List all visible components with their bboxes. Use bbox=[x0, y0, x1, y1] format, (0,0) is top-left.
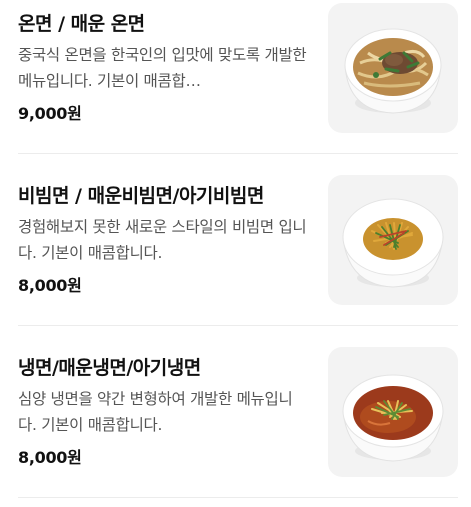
menu-divider bbox=[18, 497, 458, 498]
cold-noodle-bowl-icon bbox=[342, 374, 444, 462]
menu-item-photo[interactable] bbox=[328, 175, 458, 305]
menu-item-description: 중국식 온면을 한국인의 입맛에 맞도록 개발한 메뉴입니다. 기본이 매콤합… bbox=[18, 46, 307, 90]
menu-item-title: 비빔면 / 매운비빔면/아기비빔면 bbox=[18, 185, 264, 207]
menu-divider bbox=[18, 153, 458, 154]
menu-item-description: 경험해보지 못한 새로운 스타일의 비빔면 입니다. 기본이 매콤합니다. bbox=[18, 218, 307, 262]
warm-noodle-bowl-icon bbox=[344, 28, 442, 114]
menu-item-title: 냉면/매운냉면/아기냉면 bbox=[18, 357, 201, 379]
menu-item-price: 8,000원 bbox=[18, 448, 82, 467]
menu-divider bbox=[18, 325, 458, 326]
menu-item-price: 8,000원 bbox=[18, 276, 82, 295]
menu-item-photo[interactable] bbox=[328, 3, 458, 133]
menu-item-title: 온면 / 매운 온면 bbox=[18, 13, 145, 35]
bibim-noodle-bowl-icon bbox=[342, 198, 444, 288]
menu-item-bibimmyeon[interactable]: 비빔면 / 매운비빔면/아기비빔면 경험해보지 못한 새로운 스타일의 비빔면 … bbox=[0, 163, 471, 335]
menu-list: 온면 / 매운 온면 중국식 온면을 한국인의 입맛에 맞도록 개발한 메뉴입니… bbox=[0, 0, 471, 499]
menu-item-onmyeon[interactable]: 온면 / 매운 온면 중국식 온면을 한국인의 입맛에 맞도록 개발한 메뉴입니… bbox=[0, 0, 471, 163]
menu-item-description: 심양 냉면을 약간 변형하여 개발한 메뉴입니다. 기본이 매콤합니다. bbox=[18, 390, 293, 434]
menu-item-photo[interactable] bbox=[328, 347, 458, 477]
menu-item-price: 9,000원 bbox=[18, 104, 82, 123]
menu-item-naengmyeon[interactable]: 냉면/매운냉면/아기냉면 심양 냉면을 약간 변형하여 개발한 메뉴입니다. 기… bbox=[0, 335, 471, 507]
